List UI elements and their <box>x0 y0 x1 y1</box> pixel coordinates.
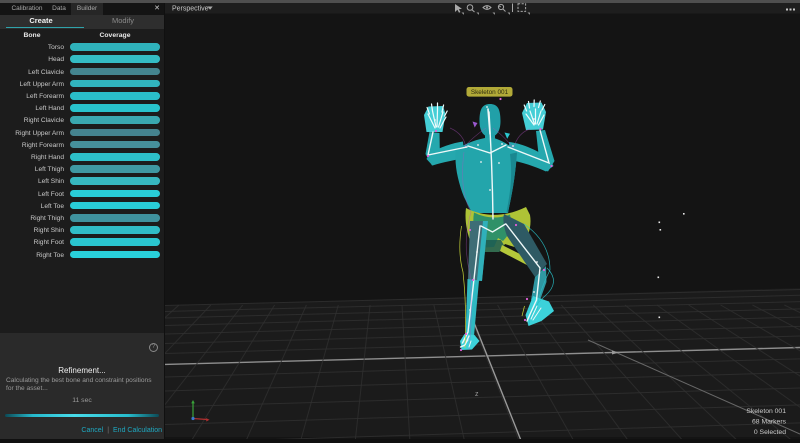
svg-text:68 Markers: 68 Markers <box>752 419 787 426</box>
svg-text:z: z <box>475 391 479 398</box>
svg-text:Perspective: Perspective <box>172 6 209 13</box>
svg-text:Skeleton 001: Skeleton 001 <box>471 89 509 96</box>
svg-text:Skeleton 001: Skeleton 001 <box>746 408 786 415</box>
svg-text:0 Selected: 0 Selected <box>754 429 786 436</box>
